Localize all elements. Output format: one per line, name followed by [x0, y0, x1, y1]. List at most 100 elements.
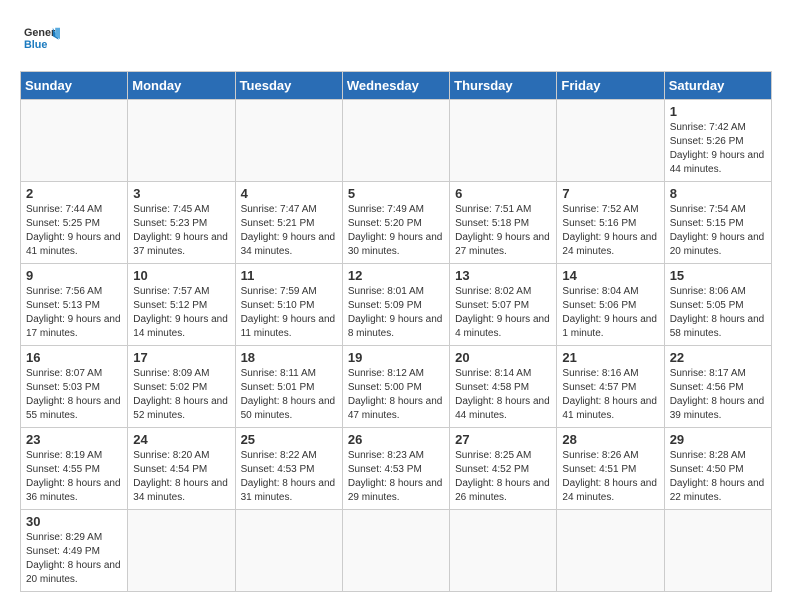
day-number: 10: [133, 268, 229, 283]
day-number: 6: [455, 186, 551, 201]
calendar-cell: 5Sunrise: 7:49 AM Sunset: 5:20 PM Daylig…: [342, 182, 449, 264]
day-info: Sunrise: 8:04 AM Sunset: 5:06 PM Dayligh…: [562, 285, 658, 341]
calendar-cell: 29 Sunrise: 8:28 AM Sunset: 4:50 PM Dayli…: [664, 428, 771, 510]
calendar-cell: 3Sunrise: 7:45 AM Sunset: 5:23 PM Daylig…: [128, 182, 235, 264]
day-number: 25: [241, 432, 337, 447]
day-number: 27: [455, 432, 551, 447]
day-info: Sunrise: 8:22 AM Sunset: 4:53 PM Dayligh…: [241, 449, 337, 505]
day-number: 2: [26, 186, 122, 201]
day-number: 18: [241, 350, 337, 365]
day-info: Sunrise: 8:28 AM Sunset: 4:50 PM Dayligh…: [670, 449, 766, 505]
day-info: Sunrise: 8:20 AM Sunset: 4:54 PM Dayligh…: [133, 449, 229, 505]
page-header: General Blue: [20, 20, 772, 61]
calendar-cell: 4 Sunrise: 7:47 AM Sunset: 5:21 PM Daylig…: [235, 182, 342, 264]
day-number: 22: [670, 350, 766, 365]
calendar-cell: [128, 510, 235, 592]
calendar-cell: 15Sunrise: 8:06 AM Sunset: 5:05 PM Dayli…: [664, 264, 771, 346]
calendar-week-row: 30Sunrise: 8:29 AM Sunset: 4:49 PM Dayli…: [21, 510, 772, 592]
logo-area: General Blue: [20, 20, 60, 61]
day-number: 29: [670, 432, 766, 447]
calendar-cell: [342, 100, 449, 182]
calendar-cell: 28Sunrise: 8:26 AM Sunset: 4:51 PM Dayli…: [557, 428, 664, 510]
calendar-table: SundayMondayTuesdayWednesdayThursdayFrid…: [20, 71, 772, 592]
day-info: Sunrise: 8:02 AM Sunset: 5:07 PM Dayligh…: [455, 285, 551, 341]
day-number: 9: [26, 268, 122, 283]
day-number: 26: [348, 432, 444, 447]
day-info: Sunrise: 8:07 AM Sunset: 5:03 PM Dayligh…: [26, 367, 122, 423]
svg-text:Blue: Blue: [24, 39, 47, 51]
day-info: Sunrise: 8:19 AM Sunset: 4:55 PM Dayligh…: [26, 449, 122, 505]
day-number: 1: [670, 104, 766, 119]
calendar-header-row: SundayMondayTuesdayWednesdayThursdayFrid…: [21, 72, 772, 100]
day-header-thursday: Thursday: [450, 72, 557, 100]
day-header-tuesday: Tuesday: [235, 72, 342, 100]
day-info: Sunrise: 7:59 AM Sunset: 5:10 PM Dayligh…: [241, 285, 337, 341]
calendar-cell: 30Sunrise: 8:29 AM Sunset: 4:49 PM Dayli…: [21, 510, 128, 592]
calendar-cell: [450, 510, 557, 592]
day-number: 19: [348, 350, 444, 365]
calendar-cell: 6Sunrise: 7:51 AM Sunset: 5:18 PM Daylig…: [450, 182, 557, 264]
day-info: Sunrise: 7:57 AM Sunset: 5:12 PM Dayligh…: [133, 285, 229, 341]
calendar-cell: 9 Sunrise: 7:56 AM Sunset: 5:13 PM Daylig…: [21, 264, 128, 346]
calendar-cell: 24 Sunrise: 8:20 AM Sunset: 4:54 PM Dayli…: [128, 428, 235, 510]
calendar-week-row: 2 Sunrise: 7:44 AM Sunset: 5:25 PM Daylig…: [21, 182, 772, 264]
day-info: Sunrise: 7:42 AM Sunset: 5:26 PM Dayligh…: [670, 121, 766, 177]
day-number: 21: [562, 350, 658, 365]
day-info: Sunrise: 7:47 AM Sunset: 5:21 PM Dayligh…: [241, 203, 337, 259]
calendar-cell: 2 Sunrise: 7:44 AM Sunset: 5:25 PM Daylig…: [21, 182, 128, 264]
day-number: 8: [670, 186, 766, 201]
day-header-wednesday: Wednesday: [342, 72, 449, 100]
calendar-cell: 23 Sunrise: 8:19 AM Sunset: 4:55 PM Dayli…: [21, 428, 128, 510]
day-number: 28: [562, 432, 658, 447]
day-header-friday: Friday: [557, 72, 664, 100]
calendar-cell: [450, 100, 557, 182]
day-info: Sunrise: 8:14 AM Sunset: 4:58 PM Dayligh…: [455, 367, 551, 423]
day-number: 17: [133, 350, 229, 365]
day-info: Sunrise: 8:25 AM Sunset: 4:52 PM Dayligh…: [455, 449, 551, 505]
day-number: 4: [241, 186, 337, 201]
day-info: Sunrise: 8:01 AM Sunset: 5:09 PM Dayligh…: [348, 285, 444, 341]
day-info: Sunrise: 7:56 AM Sunset: 5:13 PM Dayligh…: [26, 285, 122, 341]
calendar-cell: 16 Sunrise: 8:07 AM Sunset: 5:03 PM Dayli…: [21, 346, 128, 428]
calendar-week-row: 16 Sunrise: 8:07 AM Sunset: 5:03 PM Dayli…: [21, 346, 772, 428]
day-info: Sunrise: 8:23 AM Sunset: 4:53 PM Dayligh…: [348, 449, 444, 505]
day-number: 7: [562, 186, 658, 201]
calendar-week-row: 9 Sunrise: 7:56 AM Sunset: 5:13 PM Daylig…: [21, 264, 772, 346]
calendar-week-row: 1 Sunrise: 7:42 AM Sunset: 5:26 PM Daylig…: [21, 100, 772, 182]
day-info: Sunrise: 7:49 AM Sunset: 5:20 PM Dayligh…: [348, 203, 444, 259]
day-number: 23: [26, 432, 122, 447]
day-info: Sunrise: 8:09 AM Sunset: 5:02 PM Dayligh…: [133, 367, 229, 423]
calendar-cell: 20Sunrise: 8:14 AM Sunset: 4:58 PM Dayli…: [450, 346, 557, 428]
day-info: Sunrise: 7:44 AM Sunset: 5:25 PM Dayligh…: [26, 203, 122, 259]
calendar-cell: [235, 100, 342, 182]
day-number: 13: [455, 268, 551, 283]
calendar-cell: [128, 100, 235, 182]
calendar-cell: 27 Sunrise: 8:25 AM Sunset: 4:52 PM Dayli…: [450, 428, 557, 510]
day-header-monday: Monday: [128, 72, 235, 100]
day-number: 3: [133, 186, 229, 201]
calendar-cell: 10 Sunrise: 7:57 AM Sunset: 5:12 PM Dayli…: [128, 264, 235, 346]
day-info: Sunrise: 8:29 AM Sunset: 4:49 PM Dayligh…: [26, 531, 122, 587]
calendar-cell: 26 Sunrise: 8:23 AM Sunset: 4:53 PM Dayli…: [342, 428, 449, 510]
day-info: Sunrise: 8:06 AM Sunset: 5:05 PM Dayligh…: [670, 285, 766, 341]
calendar-cell: 18 Sunrise: 8:11 AM Sunset: 5:01 PM Dayli…: [235, 346, 342, 428]
calendar-cell: [21, 100, 128, 182]
day-info: Sunrise: 8:12 AM Sunset: 5:00 PM Dayligh…: [348, 367, 444, 423]
day-number: 12: [348, 268, 444, 283]
calendar-cell: 22Sunrise: 8:17 AM Sunset: 4:56 PM Dayli…: [664, 346, 771, 428]
day-info: Sunrise: 8:11 AM Sunset: 5:01 PM Dayligh…: [241, 367, 337, 423]
day-header-sunday: Sunday: [21, 72, 128, 100]
calendar-cell: 7Sunrise: 7:52 AM Sunset: 5:16 PM Daylig…: [557, 182, 664, 264]
day-number: 14: [562, 268, 658, 283]
calendar-cell: 13 Sunrise: 8:02 AM Sunset: 5:07 PM Dayli…: [450, 264, 557, 346]
day-number: 16: [26, 350, 122, 365]
calendar-cell: [235, 510, 342, 592]
calendar-cell: [664, 510, 771, 592]
day-number: 11: [241, 268, 337, 283]
calendar-cell: 14 Sunrise: 8:04 AM Sunset: 5:06 PM Dayli…: [557, 264, 664, 346]
day-number: 24: [133, 432, 229, 447]
calendar-cell: 19 Sunrise: 8:12 AM Sunset: 5:00 PM Dayli…: [342, 346, 449, 428]
calendar-cell: 8Sunrise: 7:54 AM Sunset: 5:15 PM Daylig…: [664, 182, 771, 264]
calendar-week-row: 23 Sunrise: 8:19 AM Sunset: 4:55 PM Dayli…: [21, 428, 772, 510]
calendar-cell: [557, 100, 664, 182]
